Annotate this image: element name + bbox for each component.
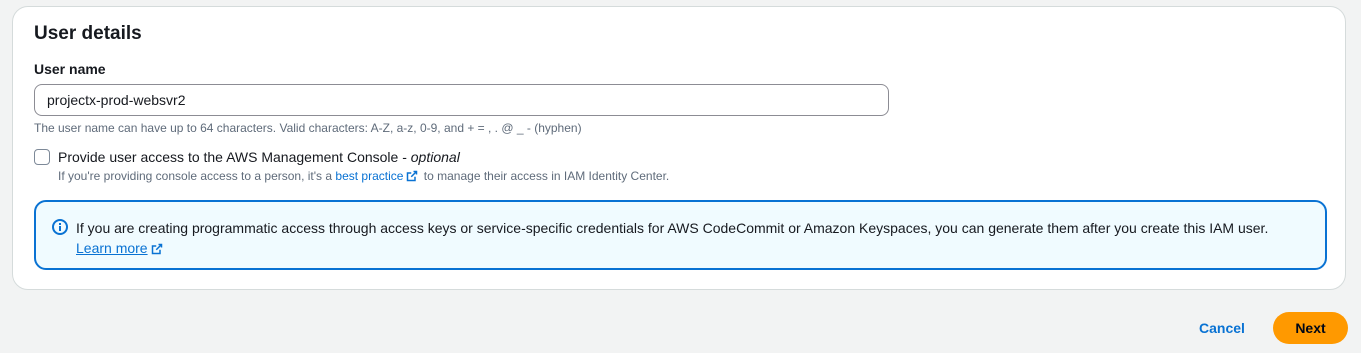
- external-link-icon: [407, 170, 418, 182]
- panel-title: User details: [34, 23, 142, 44]
- console-access-label[interactable]: Provide user access to the AWS Managemen…: [58, 149, 460, 165]
- user-details-panel: User details User name The user name can…: [12, 6, 1346, 290]
- user-name-input[interactable]: [34, 84, 889, 116]
- next-button[interactable]: Next: [1273, 312, 1348, 344]
- info-alert-text: If you are creating programmatic access …: [76, 220, 1269, 256]
- best-practice-link[interactable]: best practice: [335, 169, 420, 183]
- external-link-icon: [151, 243, 162, 255]
- user-name-constraint: The user name can have up to 64 characte…: [34, 121, 582, 135]
- cancel-button[interactable]: Cancel: [1187, 316, 1257, 340]
- console-access-description: If you're providing console access to a …: [58, 169, 670, 183]
- optional-tag: optional: [410, 149, 460, 165]
- console-access-checkbox[interactable]: [34, 149, 50, 165]
- info-icon: [52, 219, 68, 235]
- user-name-label: User name: [34, 61, 106, 77]
- learn-more-link[interactable]: Learn more: [76, 240, 148, 256]
- info-alert: If you are creating programmatic access …: [34, 200, 1327, 270]
